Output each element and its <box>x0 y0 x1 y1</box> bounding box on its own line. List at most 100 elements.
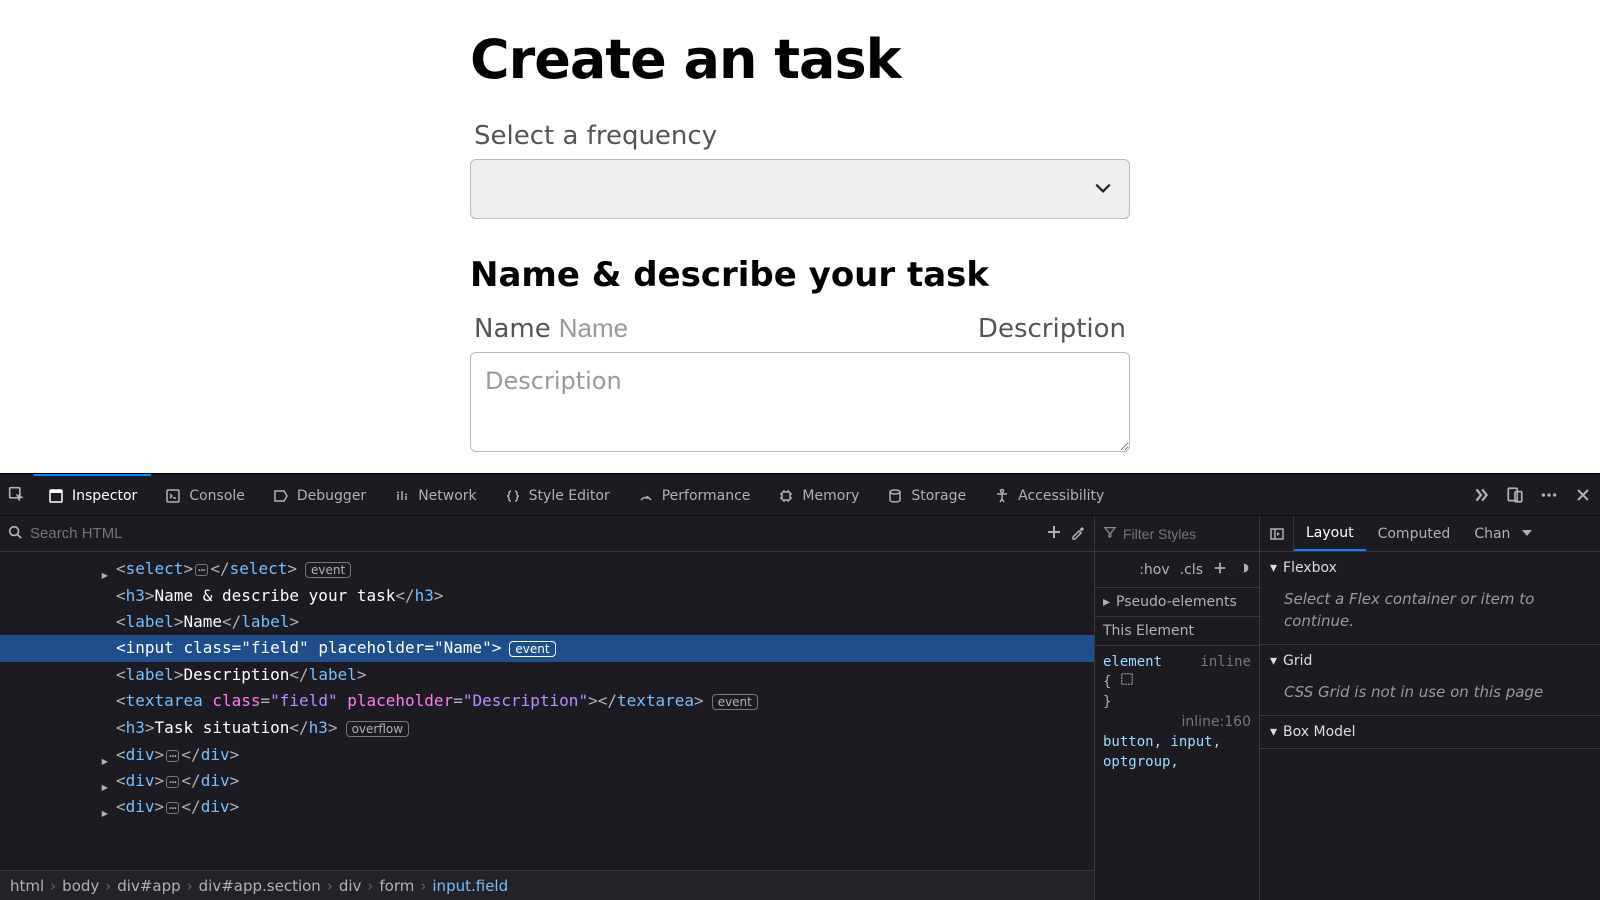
tab-style-editor[interactable]: Style Editor <box>491 474 624 515</box>
crumb[interactable]: body <box>62 877 99 895</box>
name-desc-row: Name Description <box>474 313 1126 344</box>
devtools-body: ▸<select>⋯</select>event <h3>Name & desc… <box>0 516 1600 900</box>
this-element-header: This Element <box>1103 623 1251 639</box>
rule-origin: inline <box>1200 652 1251 672</box>
markup-search-bar <box>0 516 1094 552</box>
tab-memory[interactable]: Memory <box>764 474 873 515</box>
frequency-select-wrap <box>470 159 1130 219</box>
caret-down-icon[interactable] <box>1522 526 1538 542</box>
tab-debugger[interactable]: Debugger <box>259 474 380 515</box>
devtools-panel: Inspector Console Debugger Network Style… <box>0 473 1600 900</box>
flexbox-section: ▾Flexbox Select a Flex container or item… <box>1260 552 1600 645</box>
tab-network[interactable]: Network <box>380 474 490 515</box>
boxmodel-section: ▾Box Model <box>1260 716 1600 749</box>
tab-console-label: Console <box>189 488 245 504</box>
close-devtools-icon[interactable] <box>1566 487 1600 503</box>
rule-source[interactable]: inline:160 <box>1103 712 1251 732</box>
flexbox-header[interactable]: ▾Flexbox <box>1260 552 1600 584</box>
layout-panel: Layout Computed Chan ▾Flexbox Select a F… <box>1260 516 1600 900</box>
styles-toolbar <box>1095 516 1259 552</box>
rule-selector-list: button, input, optgroup, <box>1103 732 1251 772</box>
markup-panel: ▸<select>⋯</select>event <h3>Name & desc… <box>0 516 1095 900</box>
tree-line[interactable]: ▸<select>⋯</select>event <box>0 556 1094 583</box>
frequency-label: Select a frequency <box>474 121 1130 151</box>
event-badge[interactable]: event <box>509 641 555 657</box>
tab-accessibility-label: Accessibility <box>1018 488 1104 504</box>
grid-header[interactable]: ▾Grid <box>1260 645 1600 677</box>
crumb[interactable]: div#app <box>117 877 180 895</box>
tree-line[interactable]: ▸<div>⋯</div> <box>0 742 1094 768</box>
event-badge[interactable]: event <box>305 562 351 578</box>
pseudo-elements-section[interactable]: ▸ Pseudo-elements <box>1095 588 1259 617</box>
tree-line[interactable]: <label>Description</label> <box>0 662 1094 688</box>
rule-block[interactable]: element inline { } inline:160 button, in… <box>1095 646 1259 778</box>
rule-selector: element <box>1103 654 1162 670</box>
cls-toggle[interactable]: .cls <box>1180 562 1203 578</box>
tree-line[interactable]: <label>Name</label> <box>0 609 1094 635</box>
layout-tab-computed[interactable]: Computed <box>1366 516 1463 551</box>
twisty-icon: ▾ <box>1270 653 1277 669</box>
tree-line[interactable]: ▸<div>⋯</div> <box>0 768 1094 794</box>
tab-style-editor-label: Style Editor <box>529 488 610 504</box>
breadcrumb[interactable]: html› body› div#app› div#app.section› di… <box>0 870 1094 900</box>
tab-console[interactable]: Console <box>151 474 259 515</box>
tab-accessibility[interactable]: Accessibility <box>980 474 1118 515</box>
page-viewport: Create an task Select a frequency Name &… <box>0 0 1600 473</box>
layout-tab-changes[interactable]: Chan <box>1462 516 1522 551</box>
filter-styles-input[interactable] <box>1123 526 1251 542</box>
tree-line[interactable]: ▸<div>⋯</div> <box>0 794 1094 820</box>
pseudo-elements-label: Pseudo-elements <box>1116 594 1237 610</box>
light-dark-icon[interactable] <box>1237 561 1251 579</box>
tab-performance[interactable]: Performance <box>624 474 765 515</box>
section-heading: Name & describe your task <box>470 255 1130 295</box>
sidebar-toggle-icon[interactable] <box>1260 516 1294 551</box>
tab-debugger-label: Debugger <box>297 488 366 504</box>
tab-inspector-label: Inspector <box>72 488 137 504</box>
markup-search-input[interactable] <box>30 525 1038 542</box>
rules-toggle-bar: :hov .cls <box>1095 552 1259 588</box>
search-icon <box>8 525 22 543</box>
boxmodel-header[interactable]: ▾Box Model <box>1260 716 1600 748</box>
tree-line[interactable]: <h3>Name & describe your task</h3> <box>0 583 1094 609</box>
tab-memory-label: Memory <box>802 488 859 504</box>
eyedropper-icon[interactable] <box>1070 524 1086 544</box>
hov-toggle[interactable]: :hov <box>1139 562 1169 578</box>
twisty-icon: ▸ <box>1103 594 1110 610</box>
tab-storage[interactable]: Storage <box>873 474 980 515</box>
crumb[interactable]: div#app.section <box>199 877 321 895</box>
overflow-badge[interactable]: overflow <box>346 721 409 737</box>
responsive-mode-icon[interactable] <box>1498 486 1532 504</box>
pick-element-icon[interactable] <box>0 474 34 515</box>
flexbox-body: Select a Flex container or item to conti… <box>1260 584 1600 644</box>
crumb[interactable]: form <box>379 877 414 895</box>
twisty-icon: ▾ <box>1270 724 1277 740</box>
twisty-icon: ▾ <box>1270 560 1277 576</box>
overflow-tabs-icon[interactable] <box>1464 486 1498 504</box>
crumb[interactable]: div <box>339 877 362 895</box>
page-title: Create an task <box>470 28 1130 91</box>
dom-tree[interactable]: ▸<select>⋯</select>event <h3>Name & desc… <box>0 552 1094 870</box>
tab-inspector[interactable]: Inspector <box>34 474 151 515</box>
kebab-menu-icon[interactable] <box>1532 486 1566 504</box>
add-rule-icon[interactable] <box>1213 561 1227 579</box>
form-container: Create an task Select a frequency Name &… <box>470 0 1130 456</box>
grid-section: ▾Grid CSS Grid is not in use on this pag… <box>1260 645 1600 716</box>
devtools-tabstrip: Inspector Console Debugger Network Style… <box>0 474 1600 516</box>
description-textarea[interactable] <box>470 352 1130 452</box>
frequency-select[interactable] <box>470 159 1130 219</box>
tab-storage-label: Storage <box>911 488 966 504</box>
tree-line-selected[interactable]: <input class="field" placeholder="Name">… <box>0 635 1094 662</box>
add-node-icon[interactable] <box>1046 524 1062 544</box>
flex-highlight-icon[interactable] <box>1120 672 1134 692</box>
crumb[interactable]: html <box>10 877 44 895</box>
tab-performance-label: Performance <box>662 488 751 504</box>
layout-tab-layout[interactable]: Layout <box>1294 516 1366 551</box>
tree-line[interactable]: <h3>Task situation</h3>overflow <box>0 715 1094 742</box>
tree-line[interactable]: <textarea class="field" placeholder="Des… <box>0 688 1094 715</box>
name-input[interactable] <box>559 313 799 344</box>
tab-network-label: Network <box>418 488 476 504</box>
crumb-current[interactable]: input.field <box>432 877 508 895</box>
layout-tabstrip: Layout Computed Chan <box>1260 516 1600 552</box>
description-label: Description <box>978 314 1126 344</box>
event-badge[interactable]: event <box>712 694 758 710</box>
